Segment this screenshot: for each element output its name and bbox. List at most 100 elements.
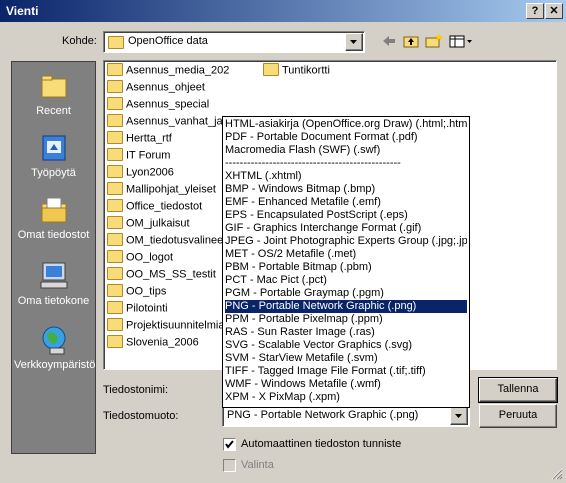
file-list-item-label: OO_MS_SS_testit xyxy=(126,268,216,281)
filetype-option[interactable]: WMF - Windows Metafile (.wmf) xyxy=(225,378,467,391)
folder-icon xyxy=(107,216,123,229)
my-computer-icon xyxy=(38,260,70,292)
file-list-item-label: Asennus_vanhat_ja_ xyxy=(126,115,229,128)
file-list-item-label: Tuntikortti xyxy=(282,64,330,77)
file-list-item[interactable]: Slovenia_2006 xyxy=(107,335,199,352)
file-list-item[interactable]: Projektisuunnitelmia xyxy=(107,318,224,335)
lookin-label: Kohde: xyxy=(62,35,97,47)
filetype-dropdown-button[interactable] xyxy=(450,407,468,425)
filetype-option[interactable]: RAS - Sun Raster Image (.ras) xyxy=(225,326,467,339)
file-list-item[interactable]: Lyon2006 xyxy=(107,165,174,182)
file-list-item-label: Asennus_special xyxy=(126,98,210,111)
folder-icon xyxy=(107,301,123,314)
file-list-item[interactable]: Asennus_special xyxy=(107,97,210,114)
file-list-item[interactable]: Asennus_vanhat_ja_ xyxy=(107,114,229,131)
selection-label: Valinta xyxy=(241,459,274,471)
filetype-value: PNG - Portable Network Graphic (.png) xyxy=(227,409,419,421)
place-label: Verkkoympäristö xyxy=(14,359,96,371)
file-list-item[interactable]: Tuntikortti xyxy=(263,63,330,80)
file-list-item[interactable]: Hertta_rtf xyxy=(107,131,172,148)
filetype-option[interactable]: BMP - Windows Bitmap (.bmp) xyxy=(225,183,467,196)
filetype-option[interactable]: PCT - Mac Pict (.pct) xyxy=(225,274,467,287)
back-icon[interactable] xyxy=(381,33,397,49)
filetype-option[interactable]: PBM - Portable Bitmap (.pbm) xyxy=(225,261,467,274)
folder-icon xyxy=(107,318,123,331)
place-my-computer[interactable]: Oma tietokone xyxy=(12,260,95,307)
filetype-option[interactable]: SVM - StarView Metafile (.svm) xyxy=(225,352,467,365)
place-recent[interactable]: Recent xyxy=(12,70,95,117)
folder-icon xyxy=(107,80,123,93)
filetype-option[interactable]: XHTML (.xhtml) xyxy=(225,170,467,183)
filetype-popup-list[interactable]: HTML-asiakirja (OpenOffice.org Draw) (.h… xyxy=(222,116,470,408)
filetype-option[interactable]: GIF - Graphics Interchange Format (.gif) xyxy=(225,222,467,235)
up-folder-icon[interactable] xyxy=(403,33,419,49)
folder-icon xyxy=(107,182,123,195)
filetype-combo[interactable]: PNG - Portable Network Graphic (.png) xyxy=(222,405,470,427)
help-button[interactable]: ? xyxy=(526,3,544,19)
file-list-item[interactable]: OO_logot xyxy=(107,250,173,267)
file-list-item[interactable]: OM_tiedotusvalineet xyxy=(107,233,226,250)
selection-checkbox[interactable] xyxy=(223,459,236,472)
places-bar: Recent Työpöytä Omat tiedostot Oma tieto… xyxy=(11,61,96,454)
folder-icon xyxy=(263,63,279,76)
place-network[interactable]: Verkkoympäristö xyxy=(12,324,95,371)
resize-grip-icon[interactable] xyxy=(551,468,563,480)
filetype-option[interactable]: SVG - Scalable Vector Graphics (.svg) xyxy=(225,339,467,352)
file-list-item-label: Lyon2006 xyxy=(126,166,174,179)
chevron-down-icon xyxy=(350,40,357,44)
cancel-button[interactable]: Peruuta xyxy=(479,404,557,428)
auto-extension-label: Automaattinen tiedoston tunniste xyxy=(241,438,402,450)
place-label: Oma tietokone xyxy=(17,295,90,307)
file-list-item-label: IT Forum xyxy=(126,149,171,162)
filetype-option[interactable]: JPEG - Joint Photographic Experts Group … xyxy=(225,235,467,248)
new-folder-icon[interactable] xyxy=(425,33,443,49)
file-list-item[interactable]: IT Forum xyxy=(107,148,171,165)
filetype-option[interactable]: Macromedia Flash (SWF) (.swf) xyxy=(225,144,467,157)
lookin-value: OpenOffice data xyxy=(128,35,208,47)
file-list-item[interactable]: OO_tips xyxy=(107,284,166,301)
folder-icon xyxy=(107,199,123,212)
folder-icon xyxy=(107,267,123,280)
filetype-option[interactable]: HTML-asiakirja (OpenOffice.org Draw) (.h… xyxy=(225,118,467,131)
filetype-option[interactable]: MET - OS/2 Metafile (.met) xyxy=(225,248,467,261)
filetype-option[interactable]: XPM - X PixMap (.xpm) xyxy=(225,391,467,404)
file-list-item-label: Pilotointi xyxy=(126,302,168,315)
view-menu-icon[interactable] xyxy=(449,33,473,49)
file-list-item[interactable]: OO_MS_SS_testit xyxy=(107,267,216,284)
folder-icon xyxy=(107,335,123,348)
folder-icon xyxy=(108,36,124,49)
file-list-item[interactable]: Pilotointi xyxy=(107,301,168,318)
filetype-option[interactable]: PGM - Portable Graymap (.pgm) xyxy=(225,287,467,300)
file-list-item[interactable]: Mallipohjat_yleiset xyxy=(107,182,216,199)
folder-icon xyxy=(107,284,123,297)
file-list-item[interactable]: Asennus_media_202 xyxy=(107,63,229,80)
filetype-option[interactable]: TIFF - Tagged Image File Format (.tif;.t… xyxy=(225,365,467,378)
filetype-option[interactable]: PPM - Portable Pixelmap (.ppm) xyxy=(225,313,467,326)
close-button[interactable]: ✕ xyxy=(545,3,563,19)
save-button[interactable]: Tallenna xyxy=(478,377,558,403)
recent-folder-icon xyxy=(38,70,70,102)
filetype-option[interactable]: PNG - Portable Network Graphic (.png) xyxy=(225,300,467,313)
file-list-item[interactable]: Asennus_ohjeet xyxy=(107,80,205,97)
place-desktop[interactable]: Työpöytä xyxy=(12,132,95,179)
chevron-down-icon xyxy=(455,414,462,418)
lookin-dropdown-button[interactable] xyxy=(345,33,363,51)
place-my-documents[interactable]: Omat tiedostot xyxy=(12,194,95,241)
file-list-item-label: Office_tiedostot xyxy=(126,200,203,213)
filetype-option[interactable]: PDF - Portable Document Format (.pdf) xyxy=(225,131,467,144)
folder-icon xyxy=(107,114,123,127)
auto-extension-checkbox[interactable] xyxy=(223,438,236,451)
checkmark-icon xyxy=(225,440,234,449)
file-list-item-label: Mallipohjat_yleiset xyxy=(126,183,216,196)
folder-icon xyxy=(107,250,123,263)
my-documents-icon xyxy=(38,194,70,226)
filetype-option[interactable]: EMF - Enhanced Metafile (.emf) xyxy=(225,196,467,209)
lookin-combo[interactable]: OpenOffice data xyxy=(103,31,365,53)
filetype-option[interactable]: EPS - Encapsulated PostScript (.eps) xyxy=(225,209,467,222)
folder-icon xyxy=(107,165,123,178)
folder-icon xyxy=(107,148,123,161)
file-list-item[interactable]: Office_tiedostot xyxy=(107,199,203,216)
folder-icon xyxy=(107,131,123,144)
file-list-item[interactable]: OM_julkaisut xyxy=(107,216,190,233)
filetype-label: Tiedostomuoto: xyxy=(103,410,179,422)
